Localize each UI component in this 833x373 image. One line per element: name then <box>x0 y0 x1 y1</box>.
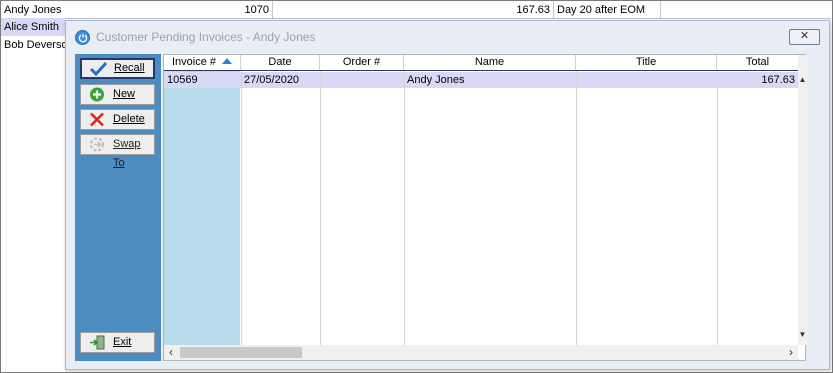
plus-circle-icon <box>89 87 106 102</box>
column-divider <box>576 71 577 345</box>
column-header-date[interactable]: Date <box>241 55 320 70</box>
swap-icon <box>89 137 106 152</box>
horizontal-scrollbar[interactable]: ‹ › <box>164 345 798 360</box>
swap-to-label: Swap To <box>113 138 141 169</box>
invoice-column-band <box>164 71 240 345</box>
date-cell: 27/05/2020 <box>244 74 300 86</box>
customer-name-cell: Alice Smith <box>4 21 60 33</box>
customer-number-cell: 1070 <box>1 1 273 19</box>
column-header-invoice[interactable]: Invoice # <box>164 55 241 70</box>
vertical-scrollbar[interactable]: ▲ ▼ <box>798 55 807 345</box>
customer-row[interactable]: Andy Jones 1070 167.63 Day 20 after EOM <box>1 1 831 19</box>
exit-label: Exit <box>113 336 132 348</box>
power-icon <box>75 30 90 45</box>
column-divider <box>717 71 718 345</box>
exit-door-icon <box>89 335 106 350</box>
horizontal-scroll-thumb[interactable] <box>180 347 302 358</box>
recall-button[interactable]: Recall <box>80 58 155 79</box>
close-icon: ✕ <box>799 30 810 42</box>
customer-name-cell: Bob Deverso <box>4 39 65 51</box>
scroll-up-icon[interactable]: ▲ <box>798 75 807 85</box>
column-header-title[interactable]: Title <box>576 55 717 70</box>
grid-header: Invoice # Date Order # Name Title Total … <box>164 55 807 71</box>
check-icon <box>89 61 108 77</box>
scroll-right-icon[interactable]: › <box>784 345 798 360</box>
column-divider <box>404 71 405 345</box>
dialog-title: Customer Pending Invoices - Andy Jones <box>96 30 316 44</box>
exit-button[interactable]: Exit <box>80 332 155 353</box>
title-cell <box>576 72 717 88</box>
column-divider <box>320 71 321 345</box>
x-icon <box>89 112 106 127</box>
close-button[interactable]: ✕ <box>789 29 820 45</box>
customer-row[interactable]: Alice Smith <box>1 18 65 36</box>
delete-label: Delete <box>113 113 145 125</box>
swap-to-button[interactable]: Swap To <box>80 134 155 169</box>
name-cell: Andy Jones <box>407 74 465 86</box>
customer-amount-cell: 167.63 <box>273 1 554 19</box>
action-panel: Recall New Delete Swap To Exit <box>75 54 161 361</box>
invoice-cell: 10569 <box>167 74 198 86</box>
scroll-down-icon[interactable]: ▼ <box>798 330 807 340</box>
order-cell <box>320 72 404 88</box>
total-cell: 167.63 <box>761 74 795 86</box>
column-header-order[interactable]: Order # <box>320 55 404 70</box>
column-divider <box>241 71 242 345</box>
column-header-name[interactable]: Name <box>404 55 576 70</box>
scroll-left-icon[interactable]: ‹ <box>164 345 178 360</box>
column-header-total[interactable]: Total <box>717 55 799 70</box>
column-header-label: Invoice # <box>171 56 217 68</box>
new-label: New <box>113 88 136 100</box>
sort-ascending-icon <box>222 58 233 64</box>
delete-button[interactable]: Delete <box>80 109 155 130</box>
customer-terms-cell: Day 20 after EOM <box>554 1 661 19</box>
recall-label: Recall <box>114 62 145 74</box>
new-button[interactable]: New <box>80 84 155 105</box>
dialog-titlebar: Customer Pending Invoices - Andy Jones ✕ <box>66 21 829 53</box>
pending-invoices-dialog: Customer Pending Invoices - Andy Jones ✕… <box>65 20 830 370</box>
customer-row[interactable]: Bob Deverso <box>1 36 65 54</box>
invoices-grid: Invoice # Date Order # Name Title Total … <box>163 54 807 361</box>
